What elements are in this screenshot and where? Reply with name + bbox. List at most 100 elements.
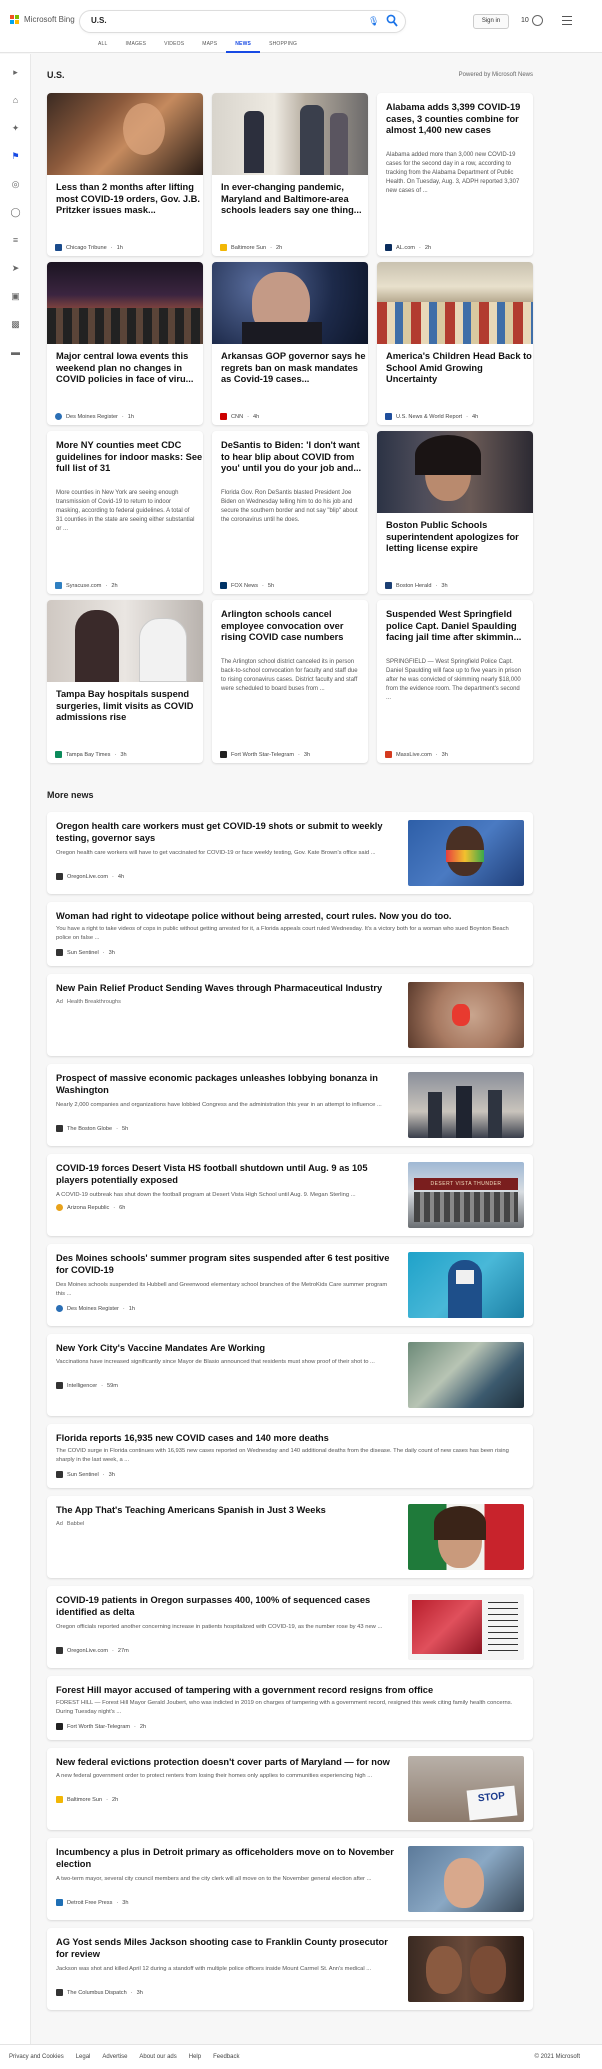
ad-row[interactable]: The App That's Teaching Americans Spanis… — [47, 1496, 533, 1578]
card-title[interactable]: America's Children Head Back to School A… — [386, 351, 533, 386]
money-icon[interactable]: ▬ — [10, 347, 21, 358]
search-icon[interactable] — [386, 14, 398, 28]
source-logo-icon — [55, 751, 62, 758]
world-globe-icon[interactable]: ◯ — [10, 207, 21, 218]
news-image — [377, 262, 533, 344]
card-title[interactable]: In ever-changing pandemic, Maryland and … — [221, 182, 368, 217]
search-box[interactable]: U.S. 🎙 — [80, 11, 405, 32]
protest-sign: STOP — [466, 1785, 518, 1821]
row-title[interactable]: New federal evictions protection doesn't… — [56, 1756, 396, 1768]
sign-in-button[interactable]: Sign in — [473, 14, 509, 29]
news-row[interactable]: New York City's Vaccine Mandates Are Wor… — [47, 1334, 533, 1416]
news-image — [212, 93, 368, 175]
card-title[interactable]: Less than 2 months after lifting most CO… — [56, 182, 203, 217]
row-title[interactable]: Prospect of massive economic packages un… — [56, 1072, 396, 1096]
card-title[interactable]: Arkansas GOP governor says he regrets ba… — [221, 351, 368, 386]
row-source: Arizona Republic · 6h — [56, 1204, 125, 1211]
row-title[interactable]: New Pain Relief Product Sending Waves th… — [56, 982, 396, 994]
card-source: Chicago Tribune · 1h — [55, 244, 123, 251]
row-source: Ad Health Breakthroughs — [56, 999, 121, 1005]
row-title[interactable]: Florida reports 16,935 new COVID cases a… — [56, 1432, 526, 1444]
bing-logo[interactable]: Microsoft Bing — [10, 15, 75, 24]
news-row[interactable]: Oregon health care workers must get COVI… — [47, 812, 533, 894]
footer-link-feedback[interactable]: Feedback — [213, 2054, 239, 2060]
news-row[interactable]: New federal evictions protection doesn't… — [47, 1748, 533, 1830]
rewards-button[interactable]: 10 — [521, 15, 543, 26]
news-row[interactable]: Florida reports 16,935 new COVID cases a… — [47, 1424, 533, 1488]
tab-all[interactable]: ALL — [89, 41, 117, 53]
news-row[interactable]: Prospect of massive economic packages un… — [47, 1064, 533, 1146]
card-source: AL.com · 2h — [385, 244, 431, 251]
row-title[interactable]: COVID-19 patients in Oregon surpasses 40… — [56, 1594, 396, 1618]
news-row[interactable]: Incumbency a plus in Detroit primary as … — [47, 1838, 533, 1920]
search-input[interactable]: U.S. — [91, 16, 107, 25]
news-card[interactable]: Arkansas GOP governor says he regrets ba… — [212, 262, 368, 425]
sports-icon[interactable]: ✦ — [10, 123, 21, 134]
row-snippet: A two-term mayor, several city council m… — [56, 1876, 372, 1882]
news-card[interactable]: DeSantis to Biden: 'I don't want to hear… — [212, 431, 368, 594]
card-title[interactable]: Suspended West Springfield police Capt. … — [386, 609, 533, 644]
footer-link-privacy[interactable]: Privacy and Cookies — [9, 2054, 64, 2060]
footer-link-advertise[interactable]: Advertise — [102, 2054, 127, 2060]
row-snippet: You have a right to take videos of cops … — [56, 926, 509, 941]
news-card[interactable]: In ever-changing pandemic, Maryland and … — [212, 93, 368, 256]
news-row[interactable]: Forest Hill mayor accused of tampering w… — [47, 1676, 533, 1740]
source-logo-icon — [55, 413, 62, 420]
card-title[interactable]: Tampa Bay hospitals suspend surgeries, l… — [56, 689, 203, 724]
tab-videos[interactable]: VIDEOS — [155, 41, 193, 53]
row-source: Detroit Free Press · 3h — [56, 1899, 129, 1906]
card-title[interactable]: Major central Iowa events this weekend p… — [56, 351, 203, 386]
news-card[interactable]: Major central Iowa events this weekend p… — [47, 262, 203, 425]
hamburger-menu-icon[interactable] — [562, 16, 572, 28]
card-title[interactable]: DeSantis to Biden: 'I don't want to hear… — [221, 440, 368, 475]
ad-row[interactable]: New Pain Relief Product Sending Waves th… — [47, 974, 533, 1056]
news-row[interactable]: Des Moines schools' summer program sites… — [47, 1244, 533, 1326]
card-title[interactable]: Alabama adds 3,399 COVID-19 cases, 3 cou… — [386, 102, 533, 137]
science-icon[interactable]: ≡ — [10, 235, 21, 246]
us-flag-icon[interactable]: ⚑ — [10, 151, 21, 162]
news-row[interactable]: AG Yost sends Miles Jackson shooting cas… — [47, 1928, 533, 2010]
local-pin-icon[interactable]: ◎ — [10, 179, 21, 190]
microphone-icon[interactable]: 🎙 — [368, 16, 379, 27]
tab-images[interactable]: IMAGES — [117, 41, 156, 53]
tab-shopping[interactable]: SHOPPING — [260, 41, 306, 53]
news-card[interactable]: Less than 2 months after lifting most CO… — [47, 93, 203, 256]
news-image: STOP — [408, 1756, 524, 1822]
technology-icon[interactable]: ➤ — [10, 263, 21, 274]
news-card[interactable]: Tampa Bay hospitals suspend surgeries, l… — [47, 600, 203, 763]
card-title[interactable]: More NY counties meet CDC guidelines for… — [56, 440, 203, 475]
row-snippet: Des Moines schools suspended its Hubbell… — [56, 1282, 388, 1297]
logo-text: Microsoft Bing — [24, 15, 75, 24]
row-title[interactable]: AG Yost sends Miles Jackson shooting cas… — [56, 1936, 396, 1960]
footer-link-about-ads[interactable]: About our ads — [139, 2054, 176, 2060]
row-title[interactable]: COVID-19 forces Desert Vista HS football… — [56, 1162, 396, 1186]
row-title[interactable]: The App That's Teaching Americans Spanis… — [56, 1504, 396, 1516]
news-image — [47, 600, 203, 682]
news-row[interactable]: COVID-19 patients in Oregon surpasses 40… — [47, 1586, 533, 1668]
news-row[interactable]: COVID-19 forces Desert Vista HS football… — [47, 1154, 533, 1236]
row-title[interactable]: Oregon health care workers must get COVI… — [56, 820, 396, 844]
news-card[interactable]: Boston Public Schools superintendent apo… — [377, 431, 533, 594]
row-title[interactable]: Woman had right to videotape police with… — [56, 910, 526, 922]
politics-icon[interactable]: ▩ — [10, 319, 21, 330]
row-title[interactable]: Des Moines schools' summer program sites… — [56, 1252, 396, 1276]
news-card[interactable]: Suspended West Springfield police Capt. … — [377, 600, 533, 763]
news-row[interactable]: Woman had right to videotape police with… — [47, 902, 533, 966]
tab-maps[interactable]: MAPS — [193, 41, 226, 53]
news-card[interactable]: Arlington schools cancel employee convoc… — [212, 600, 368, 763]
home-icon[interactable]: ⌂ — [10, 95, 21, 106]
row-title[interactable]: New York City's Vaccine Mandates Are Wor… — [56, 1342, 396, 1354]
tab-news[interactable]: NEWS — [226, 41, 261, 53]
expand-chevron-icon[interactable]: ▸ — [10, 67, 21, 78]
row-title[interactable]: Forest Hill mayor accused of tampering w… — [56, 1684, 526, 1696]
card-title[interactable]: Arlington schools cancel employee convoc… — [221, 609, 368, 644]
footer-link-legal[interactable]: Legal — [76, 2054, 91, 2060]
card-source: U.S. News & World Report · 4h — [385, 413, 478, 420]
entertainment-icon[interactable]: ▣ — [10, 291, 21, 302]
card-title[interactable]: Boston Public Schools superintendent apo… — [386, 520, 533, 555]
row-title[interactable]: Incumbency a plus in Detroit primary as … — [56, 1846, 396, 1870]
news-card[interactable]: America's Children Head Back to School A… — [377, 262, 533, 425]
news-card[interactable]: Alabama adds 3,399 COVID-19 cases, 3 cou… — [377, 93, 533, 256]
news-card[interactable]: More NY counties meet CDC guidelines for… — [47, 431, 203, 594]
footer-link-help[interactable]: Help — [189, 2054, 201, 2060]
